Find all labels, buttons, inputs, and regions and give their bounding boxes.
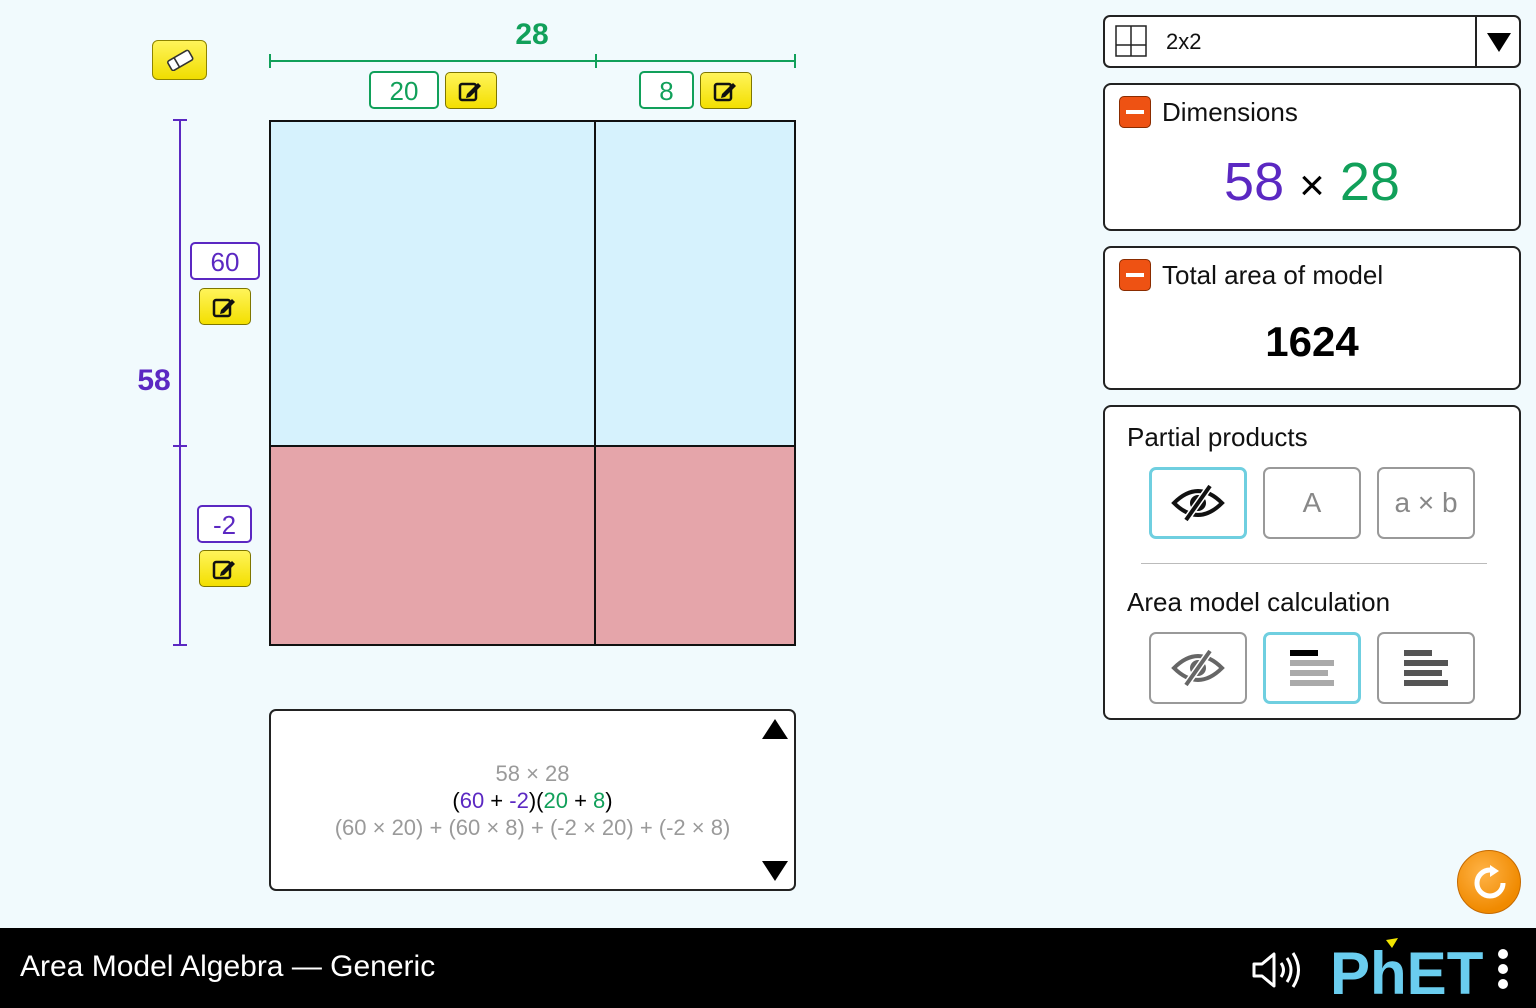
area-calc-title: Area model calculation [1127, 587, 1391, 617]
divider [1475, 17, 1477, 66]
all-lines-icon [1404, 650, 1448, 686]
grid-layout-icon [1115, 25, 1147, 57]
scroll-up-arrow-icon[interactable] [761, 717, 789, 741]
width-term: 8 [593, 788, 606, 813]
pencil-square-icon [458, 82, 481, 101]
area-cell-positive [271, 122, 596, 447]
eye-hidden-icon [1171, 483, 1225, 523]
partial-products-axb-button[interactable]: a × b [1377, 467, 1475, 539]
dimensions-panel: Dimensions 58 × 28 [1103, 83, 1521, 231]
width-tick [269, 54, 271, 68]
area-cell-negative [596, 447, 794, 644]
width-dimension-line [270, 60, 796, 62]
area-cell-positive [596, 122, 794, 447]
display-options-panel: Partial products A a × b Area model calc… [1103, 405, 1521, 720]
sound-icon[interactable] [1250, 950, 1304, 990]
width-part-1-value: 20 [369, 71, 439, 109]
width-term: 20 [543, 788, 568, 813]
paren: ) [605, 788, 613, 813]
total-width-label: 28 [515, 18, 549, 51]
reset-all-button[interactable] [1457, 850, 1521, 914]
height-tick [173, 644, 187, 646]
eye-hidden-icon [1171, 648, 1225, 688]
height-term: 60 [459, 788, 485, 813]
height-term: -2 [509, 788, 529, 813]
plus-sign: + [484, 788, 510, 813]
svg-text:PhET: PhET [1330, 940, 1483, 1000]
eraser-icon [167, 49, 194, 71]
dropdown-arrow-icon [1487, 33, 1511, 52]
sim-title: Area Model Algebra — Generic [20, 950, 436, 983]
calc-line-distributed: (60 + -2)(20 + 8) [271, 788, 794, 814]
area-cell-negative [271, 447, 596, 644]
total-area-value: 1624 [1265, 318, 1359, 365]
dimensions-expression: 58 × 28 [1105, 151, 1519, 213]
edit-width-part-2-button[interactable] [700, 72, 752, 109]
divider [1141, 563, 1487, 564]
calc-line-expanded: (60 × 20) + (60 × 8) + (-2 × 20) + (-2 ×… [334, 815, 731, 840]
layout-selected-label: 2x2 [1166, 29, 1202, 54]
paren: ( [452, 788, 460, 813]
partial-products-a-button[interactable]: A [1263, 467, 1361, 539]
edit-height-part-2-button[interactable] [199, 550, 251, 587]
eraser-button[interactable] [152, 40, 207, 80]
reset-icon [1474, 865, 1506, 899]
edit-height-part-1-button[interactable] [199, 288, 251, 325]
phet-logo[interactable]: PhET [1328, 936, 1488, 1007]
plus-sign: + [567, 788, 594, 813]
height-tick [173, 445, 187, 447]
width-part-2-value: 8 [639, 71, 694, 109]
height-part-2-value: -2 [197, 505, 252, 543]
collapse-dimensions-button[interactable] [1119, 96, 1151, 128]
height-part-1-value: 60 [190, 242, 260, 280]
height-tick [173, 119, 187, 121]
times-sign: × [1299, 161, 1325, 210]
area-calc-hide-button[interactable] [1149, 632, 1247, 704]
total-area-panel: Total area of model 1624 [1103, 246, 1521, 390]
partial-products-title: Partial products [1127, 422, 1308, 452]
scroll-down-arrow-icon[interactable] [761, 859, 789, 883]
area-calc-show-all-button[interactable] [1377, 632, 1475, 704]
area-model-grid [269, 120, 796, 646]
collapse-total-area-button[interactable] [1119, 259, 1151, 291]
edit-width-part-1-button[interactable] [445, 72, 497, 109]
line-by-line-icon [1290, 650, 1334, 686]
menu-icon[interactable] [1494, 946, 1512, 992]
area-calc-line-by-line-button[interactable] [1263, 632, 1361, 704]
total-area-title: Total area of model [1162, 260, 1384, 290]
total-height-label: 58 [137, 364, 171, 397]
layout-selector[interactable]: 2x2 [1103, 15, 1521, 68]
width-tick [794, 54, 796, 68]
phet-logo-icon: PhET [1330, 938, 1483, 1007]
pencil-square-icon [212, 298, 235, 317]
calc-line-product: 58 × 28 [495, 761, 570, 786]
navigation-bar: Area Model Algebra — Generic PhET [0, 928, 1536, 1008]
calculation-panel: 58 × 28 (60 + -2)(20 + 8) (60 × 20) + (6… [269, 709, 796, 891]
width-total-value: 28 [1339, 152, 1400, 212]
width-tick [595, 54, 597, 68]
height-dimension-line [179, 120, 181, 646]
pencil-square-icon [713, 82, 736, 101]
height-total-value: 58 [1224, 152, 1285, 212]
dimensions-title: Dimensions [1162, 97, 1298, 127]
pencil-square-icon [212, 560, 235, 579]
partial-products-hide-button[interactable] [1149, 467, 1247, 539]
